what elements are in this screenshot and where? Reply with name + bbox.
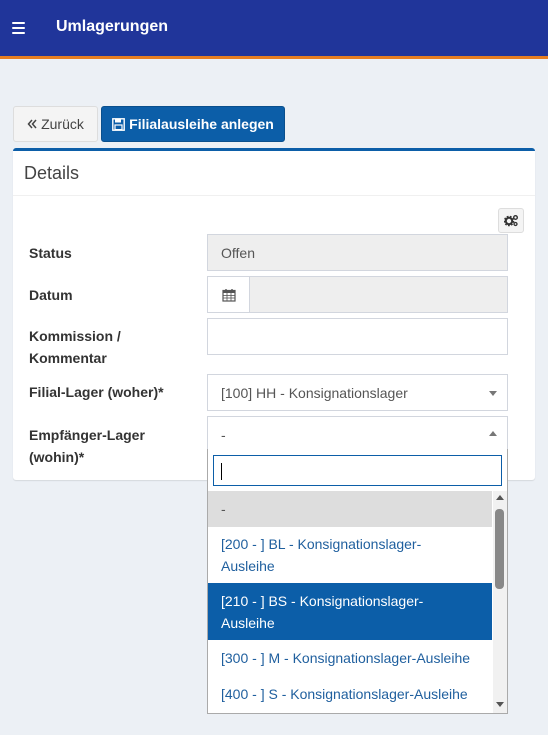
dropdown-option-label: [400 - ] S - Konsignationslager-Ausleihe <box>221 686 468 702</box>
empfaenger-lager-label-line2: (wohin)* <box>29 449 85 465</box>
empfaenger-lager-select[interactable]: - <box>207 416 508 453</box>
filial-lager-value: [100] HH - Konsignationslager <box>221 384 408 401</box>
details-title: Details <box>24 163 80 183</box>
status-field: Offen <box>207 234 508 271</box>
back-button-label: Zurück <box>41 116 84 132</box>
scroll-up-arrow-icon[interactable] <box>496 495 504 500</box>
scroll-down-arrow-icon[interactable] <box>496 702 504 707</box>
filial-lager-select[interactable]: [100] HH - Konsignationslager <box>207 374 508 411</box>
empfaenger-lager-value: - <box>221 426 226 443</box>
dropdown-option-label: [300 - ] M - Konsignationslager-Ausleihe <box>221 650 471 666</box>
filial-lager-label: Filial-Lager (woher)* <box>29 384 164 400</box>
gears-icon <box>503 215 518 227</box>
datum-field[interactable] <box>207 276 508 313</box>
double-chevron-left-icon <box>27 119 37 129</box>
chevron-down-icon <box>489 391 497 396</box>
dropdown-option-label: [200 - ] BL - Konsignationslager- <box>221 536 422 552</box>
status-label: Status <box>29 245 72 261</box>
kommission-label-line1: Kommission / <box>29 328 121 344</box>
datum-label: Datum <box>29 287 73 303</box>
dropdown-option-label-line2: Ausleihe <box>221 615 275 631</box>
calendar-button[interactable] <box>208 277 250 312</box>
status-value: Offen <box>221 244 255 261</box>
empfaenger-lager-dropdown: - [200 - ] BL - Konsignationslager- Ausl… <box>207 449 508 714</box>
page-title: Umlagerungen <box>56 18 169 35</box>
details-header: Details <box>13 151 535 196</box>
chevron-up-icon <box>489 431 497 436</box>
hamburger-icon[interactable] <box>12 22 25 34</box>
calendar-icon <box>221 288 236 302</box>
kommission-input[interactable] <box>207 318 508 355</box>
dropdown-option-label: - <box>221 501 226 517</box>
create-loan-button[interactable]: Filialausleihe anlegen <box>101 106 285 142</box>
navbar-accent-line <box>0 56 548 59</box>
dropdown-option[interactable]: [300 - ] M - Konsignationslager-Ausleihe <box>208 640 492 676</box>
floppy-disk-icon <box>112 117 126 131</box>
top-navbar: Umlagerungen <box>0 0 548 56</box>
dropdown-option[interactable]: [200 - ] BL - Konsignationslager- Auslei… <box>208 527 492 583</box>
settings-button[interactable] <box>498 208 524 233</box>
back-button[interactable]: Zurück <box>13 106 98 142</box>
dropdown-search-input[interactable] <box>213 455 502 486</box>
dropdown-option[interactable]: [400 - ] S - Konsignationslager-Ausleihe <box>208 676 492 712</box>
text-cursor <box>221 463 222 480</box>
kommission-label-line2: Kommentar <box>29 350 107 366</box>
empfaenger-lager-label-line1: Empfänger-Lager <box>29 427 145 443</box>
dropdown-option-label: [210 - ] BS - Konsignationslager- <box>221 593 424 609</box>
dropdown-option-selected[interactable]: [210 - ] BS - Konsignationslager- Auslei… <box>208 583 492 640</box>
dropdown-option[interactable]: - <box>208 491 492 527</box>
create-button-label: Filialausleihe anlegen <box>129 116 274 132</box>
dropdown-scrollbar[interactable] <box>493 491 507 713</box>
datum-input[interactable] <box>250 277 507 312</box>
details-panel: Details Status Offen Datum Kommission / … <box>13 148 535 480</box>
scrollbar-thumb[interactable] <box>495 509 504 589</box>
dropdown-option-label-line2: Ausleihe <box>221 558 275 574</box>
